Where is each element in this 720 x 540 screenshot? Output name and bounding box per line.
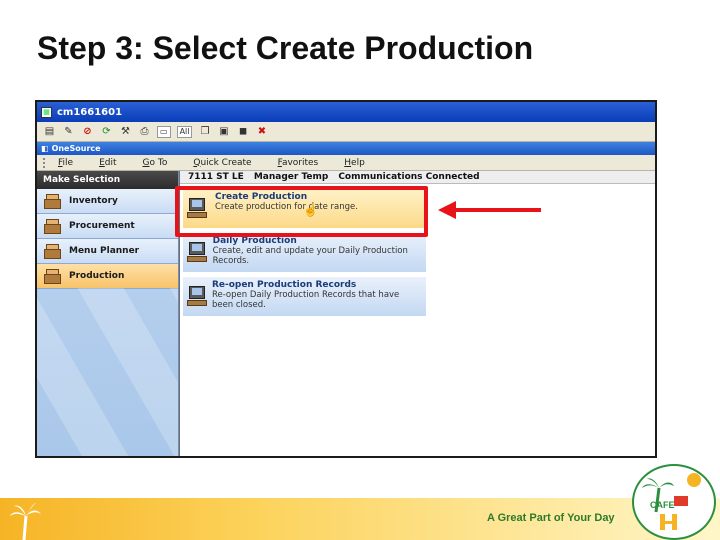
pointer-arrow-icon (438, 201, 541, 219)
procurement-icon (43, 218, 63, 235)
slide-title: Step 3: Select Create Production (37, 30, 534, 66)
app-icon: ▦ (41, 106, 52, 118)
card-title: Daily Production (212, 236, 297, 246)
panel-background (37, 288, 178, 456)
menu-planner-icon (43, 243, 63, 260)
close-icon[interactable]: ✖ (255, 125, 268, 138)
tagline: A Great Part of Your Day (487, 512, 615, 524)
menu-file[interactable]: File (58, 158, 73, 168)
inventory-icon (43, 193, 63, 210)
stop-icon[interactable]: ⊘ (81, 125, 94, 138)
left-panel: Make Selection Inventory Procurement Men… (37, 171, 179, 456)
disk-icon[interactable]: ◼ (236, 125, 249, 138)
menu-favorites[interactable]: Favorites (278, 158, 319, 168)
refresh-icon[interactable]: ⟳ (100, 125, 113, 138)
nav-item-procurement[interactable]: Procurement (37, 214, 178, 239)
window-title: cm1661601 (57, 106, 123, 118)
all-button[interactable]: All (176, 125, 193, 138)
menu-edit[interactable]: Edit (99, 158, 116, 168)
onesource-icon: ◧ (41, 144, 49, 153)
status-bar: 7111 ST LE Manager Temp Communications C… (180, 171, 655, 184)
card-daily-production[interactable]: Daily Production Create, edit and update… (183, 233, 426, 272)
menu-grip (43, 157, 46, 168)
mode-icon[interactable]: ▭ (157, 125, 171, 138)
copy-icon[interactable]: ❐ (198, 125, 211, 138)
save-icon[interactable]: ▤ (43, 125, 56, 138)
menu-bar: File Edit Go To Quick Create Favorites H… (37, 155, 655, 171)
card-title: Re-open Production Records (211, 280, 357, 290)
print-icon[interactable]: ⎙ (138, 125, 151, 138)
left-panel-header: Make Selection (37, 171, 178, 189)
nav-item-label: Menu Planner (69, 246, 140, 256)
nav-item-production[interactable]: Production (37, 264, 178, 289)
app-window: ▦ cm1661601 ▤ ✎ ⊘ ⟳ ⚒ ⎙ ▭ All ❐ ▣ ◼ ✖ ◧ … (35, 100, 657, 458)
production-icon (43, 268, 63, 285)
nav-item-label: Inventory (69, 196, 118, 206)
logo-text: CAFE (650, 500, 675, 510)
computer-icon (187, 286, 207, 308)
status-connection: Communications Connected (338, 172, 480, 182)
cafe-logo: CAFE (632, 464, 716, 540)
app-bar: ◧ OneSource (37, 142, 655, 155)
clipboard-icon[interactable]: ▣ (217, 125, 230, 138)
menu-goto[interactable]: Go To (143, 158, 168, 168)
menu-quick-create[interactable]: Quick Create (193, 158, 251, 168)
nav-item-inventory[interactable]: Inventory (37, 189, 178, 214)
app-bar-label: OneSource (51, 144, 101, 153)
nav-item-menu-planner[interactable]: Menu Planner (37, 239, 178, 264)
nav-item-label: Procurement (69, 221, 135, 231)
palm-tree-icon (10, 503, 41, 540)
nav-item-label: Production (69, 271, 125, 281)
window-titlebar: ▦ cm1661601 (37, 102, 655, 122)
highlight-box (175, 186, 428, 237)
card-description: Create, edit and update your Daily Produ… (212, 246, 408, 266)
toolbar: ▤ ✎ ⊘ ⟳ ⚒ ⎙ ▭ All ❐ ▣ ◼ ✖ (37, 122, 655, 142)
status-site: 7111 ST LE (188, 172, 244, 182)
computer-icon (187, 242, 207, 264)
menu-help[interactable]: Help (344, 158, 365, 168)
tools-icon[interactable]: ⚒ (119, 125, 132, 138)
edit-icon[interactable]: ✎ (62, 125, 75, 138)
card-description: Re-open Daily Production Records that ha… (211, 290, 400, 310)
status-user: Manager Temp (253, 172, 329, 182)
card-reopen-production[interactable]: Re-open Production Records Re-open Daily… (183, 277, 426, 316)
